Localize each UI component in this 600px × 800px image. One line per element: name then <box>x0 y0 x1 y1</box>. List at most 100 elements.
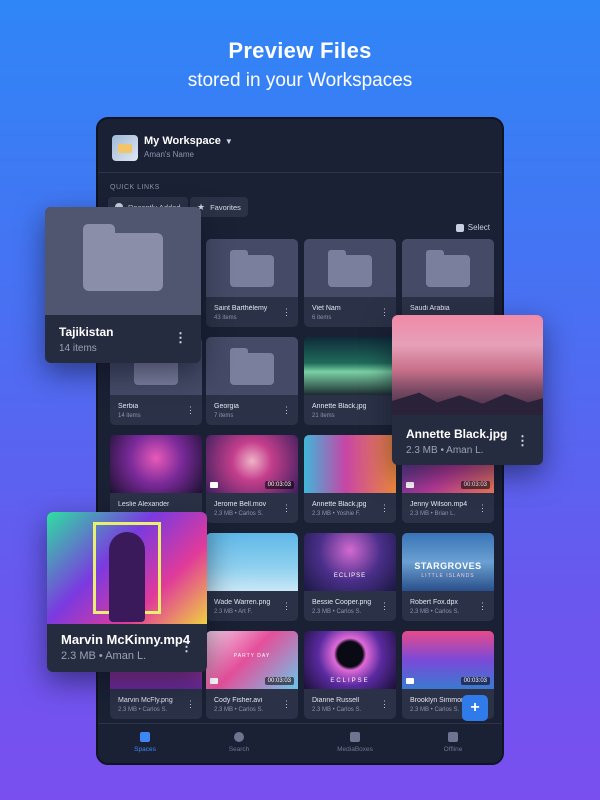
image-tile[interactable]: Annette Black.jpg 2.3 MB • Yoshie F. ⋮ <box>304 435 396 523</box>
card-title: Marvin McKinny.mp4 <box>61 632 191 647</box>
tab-spaces[interactable]: Spaces <box>100 732 190 753</box>
more-options-icon[interactable]: ⋮ <box>282 308 291 317</box>
stargroves-thumb-text: STARGROVES <box>414 561 482 571</box>
checkbox-icon <box>455 223 464 232</box>
card-title: Tajikistan <box>59 325 114 339</box>
tile-name: Leslie Alexander <box>118 501 170 508</box>
neon-portrait-thumbnail <box>47 512 207 624</box>
little-islands-thumb-text: LITTLE ISLANDS <box>421 573 475 579</box>
tab-mediaboxes[interactable]: MediaBoxes <box>310 732 400 753</box>
tile-name: Georgia <box>214 403 239 410</box>
tile-name: Cody Fisher.avi <box>214 697 263 704</box>
tile-name: Saudi Arabia <box>410 305 450 312</box>
tab-mediaboxes-label: MediaBoxes <box>337 746 373 753</box>
folder-icon <box>230 348 274 385</box>
add-button[interactable]: + <box>462 695 488 721</box>
more-options-icon[interactable]: ⋮ <box>380 504 389 513</box>
tab-offline[interactable]: Offline <box>408 732 498 753</box>
image-tile[interactable]: Wade Warren.png 2.3 MB • Art F. ⋮ <box>206 533 298 621</box>
more-options-icon[interactable]: ⋮ <box>282 700 291 709</box>
robert-thumbnail: STARGROVES LITTLE ISLANDS <box>402 533 494 591</box>
folder-tile[interactable]: Saudi Arabia <box>402 239 494 327</box>
eclipse-thumb-text: ECLIPSE <box>333 573 367 579</box>
favorites-label: Favorites <box>210 202 241 212</box>
leslie-thumbnail <box>110 435 202 493</box>
tile-name: Marvin McFly.png <box>118 697 173 704</box>
video-camera-icon <box>406 482 414 488</box>
folder-icon <box>83 224 163 291</box>
more-options-icon[interactable]: ⋮ <box>380 308 389 317</box>
more-options-icon[interactable]: ⋮ <box>180 640 193 653</box>
party-day-thumb-text: PARTY DAY <box>233 653 271 659</box>
tile-meta: 2.3 MB • Carlos S. <box>410 609 460 615</box>
folder-preview <box>45 207 201 315</box>
workspace-switcher[interactable]: My Workspace ▼ <box>144 135 233 147</box>
tile-meta: 2.3 MB • Carlos S. <box>410 707 460 713</box>
tile-meta: 2.3 MB • Yoshie F. <box>312 511 361 517</box>
more-options-icon[interactable]: ⋮ <box>516 434 529 447</box>
eclipse2-thumb-text: ECLIPSE <box>330 678 370 684</box>
spaces-icon <box>140 732 150 742</box>
tile-name: Jenny Wilson.mp4 <box>410 501 468 508</box>
tile-meta: 2.3 MB • Carlos S. <box>118 707 168 713</box>
image-tile[interactable]: ECLIPSE Dianne Russell 2.3 MB • Carlos S… <box>304 631 396 719</box>
card-meta: 2.3 MB • Aman L. <box>61 650 147 662</box>
tile-name: Jerome Bell.mov <box>214 501 267 508</box>
caret-down-icon: ▼ <box>224 137 233 146</box>
more-options-icon[interactable]: ⋮ <box>186 406 195 415</box>
video-tile[interactable]: 00:03:03 Jerome Bell.mov 2.3 MB • Carlos… <box>206 435 298 523</box>
tile-name: Annette Black.jpg <box>312 403 367 410</box>
workspace-header[interactable]: My Workspace ▼ Aman's Name <box>98 119 502 173</box>
more-options-icon[interactable]: ⋮ <box>282 504 291 513</box>
tile-meta: 2.3 MB • Carlos S. <box>214 511 264 517</box>
workspace-title: My Workspace <box>144 135 221 147</box>
folder-icon <box>426 250 470 287</box>
video-duration: 00:03:03 <box>264 481 294 489</box>
tab-search[interactable]: Search <box>194 732 284 753</box>
offline-icon <box>448 732 458 742</box>
video-duration: 00:03:03 <box>460 677 490 685</box>
more-options-icon[interactable]: ⋮ <box>174 331 187 344</box>
tile-name: Wade Warren.png <box>214 599 271 606</box>
more-options-icon[interactable]: ⋮ <box>478 602 487 611</box>
marvin-video-card[interactable]: Marvin McKinny.mp4 2.3 MB • Aman L. ⋮ <box>47 512 207 672</box>
tile-name: Dianne Russell <box>312 697 360 704</box>
bottom-tab-bar: Spaces Search MediaBoxes Offline <box>98 723 502 763</box>
image-tile[interactable]: STARGROVES LITTLE ISLANDS Robert Fox.dpx… <box>402 533 494 621</box>
more-options-icon[interactable]: ⋮ <box>282 406 291 415</box>
tile-meta: 14 items <box>118 413 141 419</box>
folder-icon <box>230 250 274 287</box>
image-tile[interactable]: Annette Black.jpg 21 items <box>304 337 396 425</box>
tile-name: Bessie Cooper.png <box>312 599 372 606</box>
folder-tile[interactable]: Viet Nam 6 items ⋮ <box>304 239 396 327</box>
card-meta: 2.3 MB • Aman L. <box>406 445 484 456</box>
more-options-icon[interactable]: ⋮ <box>380 700 389 709</box>
box-icon <box>350 732 360 742</box>
headline: Preview Files stored in your Workspaces <box>0 38 600 92</box>
annette-image-card[interactable]: Annette Black.jpg 2.3 MB • Aman L. ⋮ <box>392 315 543 465</box>
sunset-mountain-thumbnail <box>392 315 543 415</box>
image-tile[interactable]: ECLIPSE Bessie Cooper.png 2.3 MB • Carlo… <box>304 533 396 621</box>
annette-thumbnail <box>304 435 396 493</box>
folder-tile[interactable]: Saint Barthélemy 43 items ⋮ <box>206 239 298 327</box>
tile-meta: 6 items <box>312 315 332 321</box>
video-duration: 00:03:03 <box>264 677 294 685</box>
select-toggle[interactable]: Select <box>455 223 490 232</box>
more-options-icon[interactable]: ⋮ <box>380 602 389 611</box>
video-duration: 00:03:03 <box>460 481 490 489</box>
folder-tile[interactable]: Georgia 7 items ⋮ <box>206 337 298 425</box>
tile-name: Viet Nam <box>312 305 341 312</box>
video-camera-icon <box>210 678 218 684</box>
tab-offline-label: Offline <box>443 746 463 753</box>
more-options-icon[interactable]: ⋮ <box>282 602 291 611</box>
headline-title: Preview Files <box>228 38 372 63</box>
tile-meta: 2.3 MB • Brian L. <box>410 511 456 517</box>
tile-name: Robert Fox.dpx <box>410 599 458 606</box>
image-tile[interactable]: Leslie Alexander <box>110 435 202 523</box>
more-options-icon[interactable]: ⋮ <box>186 700 195 709</box>
video-tile[interactable]: PARTY DAY 00:03:03 Cody Fisher.avi 2.3 M… <box>206 631 298 719</box>
tile-meta: 43 items <box>214 315 237 321</box>
more-options-icon[interactable]: ⋮ <box>478 504 487 513</box>
video-camera-icon <box>210 482 218 488</box>
tajikistan-folder-card[interactable]: Tajikistan 14 items ⋮ <box>45 207 201 363</box>
